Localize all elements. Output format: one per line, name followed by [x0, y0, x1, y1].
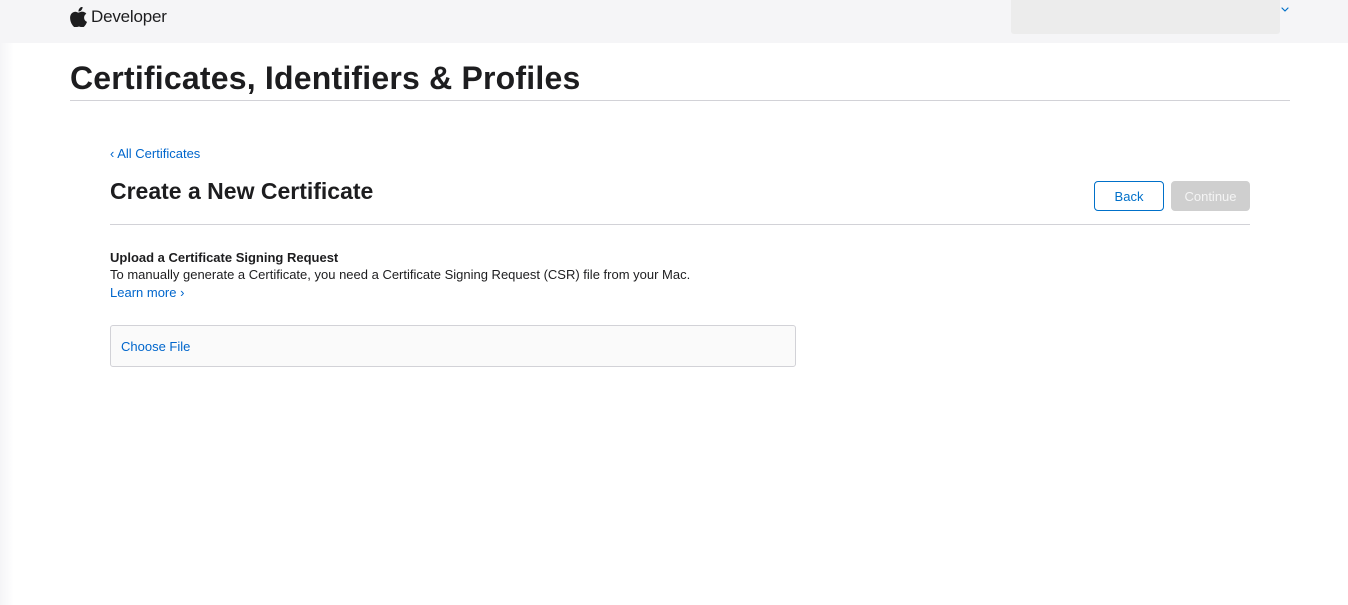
breadcrumb-all-certificates[interactable]: ‹ All Certificates — [110, 146, 200, 161]
section-divider — [110, 224, 1250, 225]
upload-description: To manually generate a Certificate, you … — [110, 267, 691, 282]
global-nav: Developer — [0, 0, 1348, 43]
continue-button[interactable]: Continue — [1171, 181, 1250, 211]
page: Developer Certificates, Identifiers & Pr… — [0, 0, 1348, 605]
choose-file-button[interactable]: Choose File — [121, 339, 190, 354]
back-button[interactable]: Back — [1094, 181, 1164, 211]
left-gutter — [0, 43, 14, 605]
apple-logo-icon — [70, 7, 87, 27]
page-title: Certificates, Identifiers & Profiles — [70, 60, 581, 96]
learn-more-link[interactable]: Learn more › — [110, 285, 184, 300]
file-upload-field[interactable]: Choose File — [110, 325, 796, 367]
section-title: Create a New Certificate — [110, 178, 374, 204]
account-menu[interactable] — [1011, 0, 1280, 34]
developer-home-link[interactable]: Developer — [70, 5, 167, 29]
title-divider — [70, 100, 1290, 101]
upload-heading: Upload a Certificate Signing Request — [110, 250, 339, 265]
chevron-down-icon[interactable] — [1279, 2, 1291, 14]
brand-label: Developer — [91, 7, 167, 26]
